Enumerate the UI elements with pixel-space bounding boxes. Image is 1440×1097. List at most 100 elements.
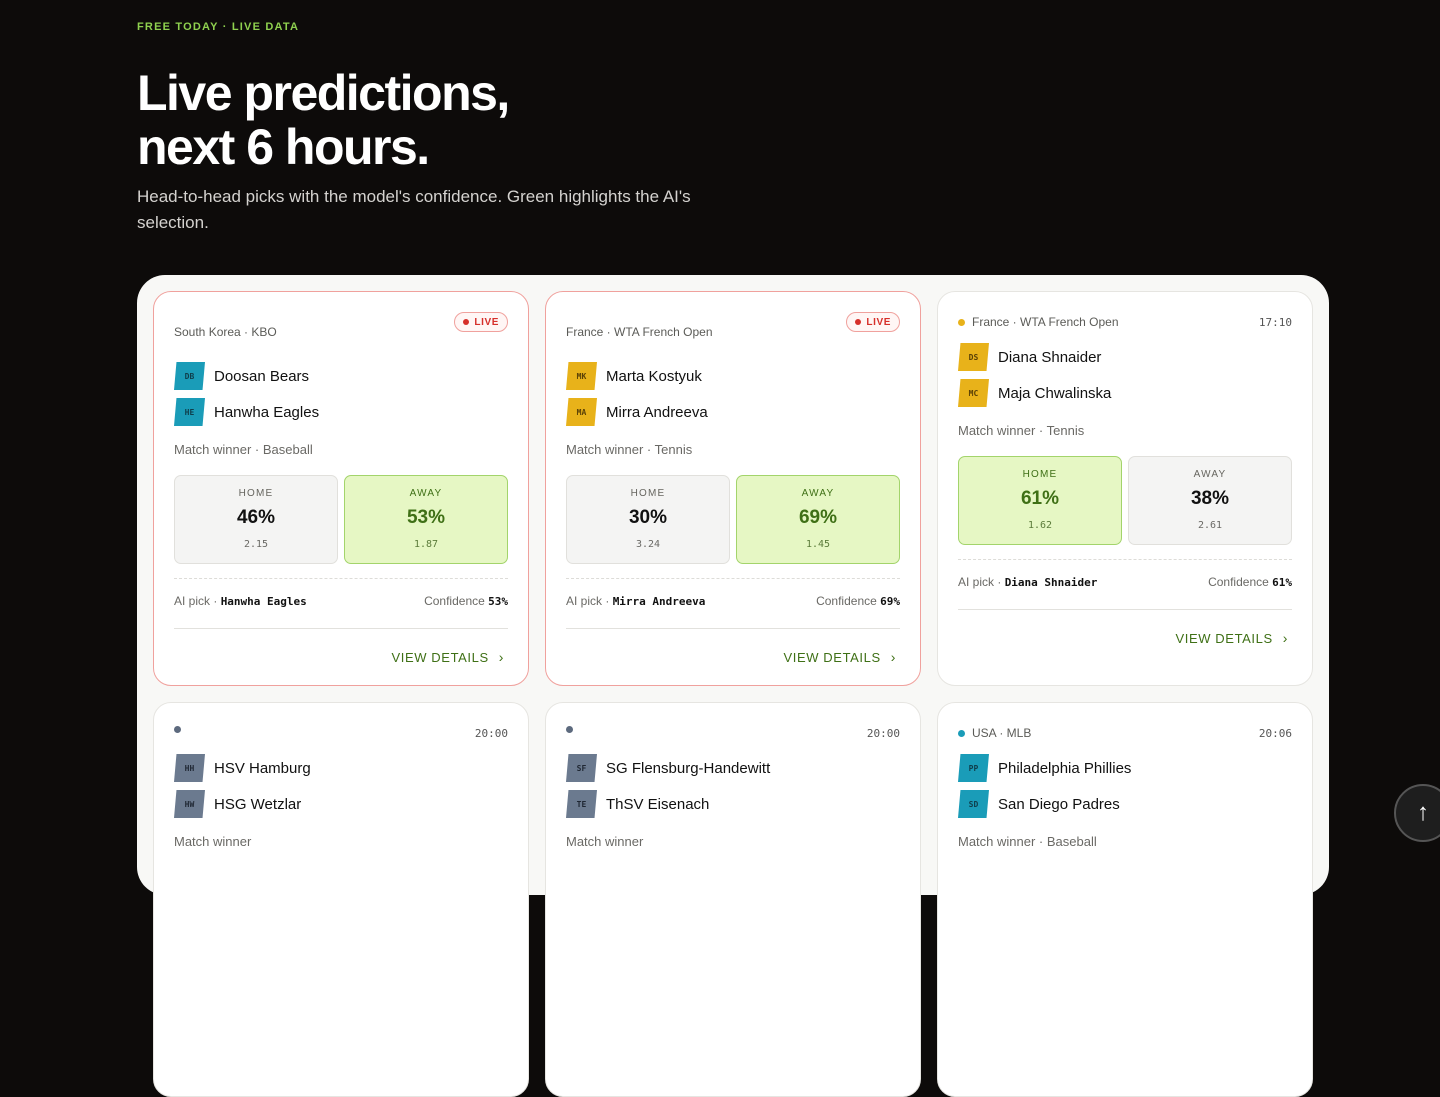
ai-pick: AI pick · Mirra Andreeva: [566, 594, 705, 608]
predictions-panel: South Korea · KBO LIVE DB Doosan Bears H…: [137, 275, 1329, 1097]
team-name: San Diego Padres: [998, 795, 1120, 813]
live-badge: LIVE: [846, 312, 900, 332]
home-odds: 2.15: [243, 539, 269, 550]
market-label: Match winner: [566, 834, 644, 849]
team-name: SG Flensburg-Handewitt: [606, 759, 771, 777]
away-probability-option[interactable]: AWAY 69% 1.45: [736, 475, 900, 564]
match-time: 20:00: [474, 727, 508, 740]
player-name: Maja Chwalinska: [998, 384, 1112, 402]
team-name: HSV Hamburg: [214, 759, 311, 777]
chevron-right-icon: ›: [890, 649, 896, 665]
confidence-value: 69%: [880, 595, 900, 608]
page-subtitle: Head-to-head picks with the model's conf…: [137, 187, 691, 232]
home-percentage: 61%: [1020, 488, 1060, 509]
home-label: HOME: [238, 488, 274, 499]
status-dot-icon: [174, 726, 181, 733]
confidence-value: 61%: [1272, 576, 1292, 589]
home-odds: 1.62: [1027, 520, 1053, 531]
divider: [958, 559, 1292, 560]
view-details-label: VIEW DETAILS: [783, 649, 881, 665]
live-label: LIVE: [474, 316, 499, 328]
match-time: 20:06: [1258, 727, 1292, 740]
card-league: USA · MLB: [958, 726, 1031, 740]
player-badge-icon: MK: [566, 362, 597, 390]
league-label: France · WTA French Open: [566, 325, 713, 339]
confidence: Confidence 69%: [816, 594, 900, 608]
card-league: [566, 726, 580, 733]
team-name: Philadelphia Phillies: [998, 759, 1132, 777]
view-details-link[interactable]: VIEW DETAILS ›: [783, 649, 896, 665]
home-odds: 3.24: [635, 539, 661, 550]
home-label: HOME: [1022, 469, 1058, 480]
player-name: Diana Shnaider: [998, 348, 1102, 366]
confidence: Confidence 61%: [1208, 575, 1292, 589]
home-team: DS Diana Shnaider: [958, 343, 1101, 371]
team-name: Hanwha Eagles: [214, 403, 320, 421]
match-time: 17:10: [1258, 316, 1292, 329]
market-label: Match winner · Tennis: [566, 442, 693, 457]
player-name: Mirra Andreeva: [606, 403, 708, 421]
status-dot-icon: [958, 729, 965, 737]
away-label: AWAY: [1193, 469, 1227, 480]
team-badge-icon: SF: [566, 754, 597, 782]
ai-pick-label: AI pick ·: [958, 575, 1005, 589]
team-name: HSG Wetzlar: [214, 795, 302, 813]
away-odds: 1.87: [413, 539, 439, 550]
away-team: MC Maja Chwalinska: [958, 379, 1111, 407]
prediction-card: USA · MLB 20:06 PP Philadelphia Phillies…: [937, 702, 1313, 1097]
team-badge-icon: TE: [566, 790, 597, 818]
card-league: France · WTA French Open: [958, 315, 1119, 329]
team-badge-icon: DB: [174, 362, 205, 390]
divider: [566, 628, 900, 629]
ai-pick-label: AI pick ·: [174, 594, 221, 608]
market-label: Match winner: [174, 834, 252, 849]
page-title: Live predictions, next 6 hours.: [137, 66, 510, 174]
home-probability-option[interactable]: HOME 61% 1.62: [958, 456, 1122, 545]
view-details-link[interactable]: VIEW DETAILS ›: [1175, 630, 1288, 646]
away-percentage: 53%: [406, 507, 446, 528]
scroll-to-top-button[interactable]: ↑: [1394, 784, 1440, 842]
chevron-right-icon: ›: [1282, 630, 1288, 646]
live-badge: LIVE: [454, 312, 508, 332]
divider: [958, 609, 1292, 610]
ai-pick-value: Hanwha Eagles: [220, 595, 307, 608]
live-dot-icon: [463, 319, 470, 325]
away-label: AWAY: [801, 488, 835, 499]
team-badge-icon: SD: [958, 790, 989, 818]
team-badge-icon: HH: [174, 754, 205, 782]
confidence-label: Confidence: [816, 594, 881, 608]
league-label: USA · MLB: [972, 726, 1032, 740]
market-label: Match winner · Baseball: [958, 834, 1097, 849]
team-name: Doosan Bears: [214, 367, 310, 385]
status-dot-icon: [958, 318, 965, 326]
away-team: TE ThSV Eisenach: [566, 790, 709, 818]
away-odds: 2.61: [1197, 520, 1223, 531]
away-label: AWAY: [409, 488, 443, 499]
confidence-value: 53%: [488, 595, 508, 608]
away-probability-option[interactable]: AWAY 53% 1.87: [344, 475, 508, 564]
prediction-card: France · WTA French Open 17:10 DS Diana …: [937, 291, 1313, 686]
team-badge-icon: HE: [174, 398, 205, 426]
away-probability-option[interactable]: AWAY 38% 2.61: [1128, 456, 1292, 545]
player-name: Marta Kostyuk: [606, 367, 702, 385]
away-team: SD San Diego Padres: [958, 790, 1120, 818]
home-percentage: 46%: [236, 507, 276, 528]
confidence-label: Confidence: [424, 594, 489, 608]
arrow-up-icon: ↑: [1417, 799, 1429, 826]
home-label: HOME: [630, 488, 666, 499]
player-badge-icon: MA: [566, 398, 597, 426]
away-team: HE Hanwha Eagles: [174, 398, 319, 426]
live-dot-icon: [855, 319, 862, 325]
match-time: 20:00: [866, 727, 900, 740]
prediction-card: South Korea · KBO LIVE DB Doosan Bears H…: [153, 291, 529, 686]
home-probability-option[interactable]: HOME 46% 2.15: [174, 475, 338, 564]
home-team: PP Philadelphia Phillies: [958, 754, 1131, 782]
ai-pick: AI pick · Diana Shnaider: [958, 575, 1097, 589]
league-label: South Korea · KBO: [174, 325, 277, 339]
market-label: Match winner · Tennis: [958, 423, 1085, 438]
home-probability-option[interactable]: HOME 30% 3.24: [566, 475, 730, 564]
home-team: DB Doosan Bears: [174, 362, 309, 390]
league-label: France · WTA French Open: [972, 315, 1119, 329]
ai-pick: AI pick · Hanwha Eagles: [174, 594, 307, 608]
view-details-link[interactable]: VIEW DETAILS ›: [391, 649, 504, 665]
